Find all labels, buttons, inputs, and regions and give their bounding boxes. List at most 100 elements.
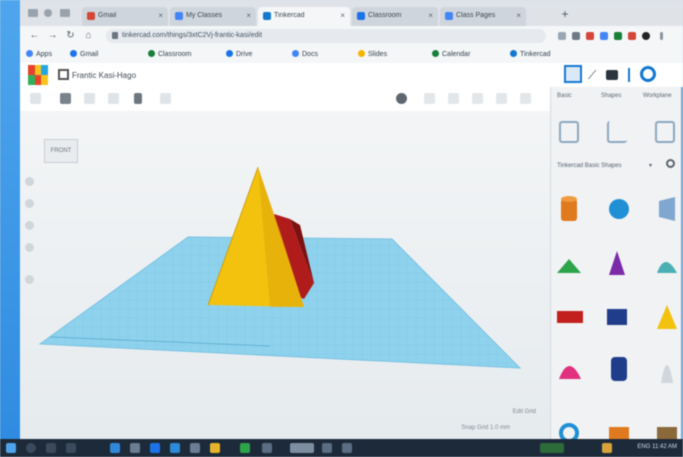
bookmark-item[interactable]: Apps: [26, 50, 52, 58]
wedge-shape-icon[interactable]: [609, 427, 629, 439]
mirror-icon[interactable]: [496, 93, 507, 104]
tinkercad-logo-icon[interactable]: [28, 65, 48, 85]
profile-avatar-icon[interactable]: [642, 32, 650, 40]
task-view-icon[interactable]: [46, 443, 56, 453]
forward-button[interactable]: →: [46, 29, 59, 42]
ungroup-icon[interactable]: [448, 93, 459, 104]
menu-kebab-icon[interactable]: [660, 32, 663, 40]
panel-tab-shapes[interactable]: Shapes: [601, 93, 621, 99]
close-icon[interactable]: ×: [428, 11, 433, 20]
back-button[interactable]: ←: [28, 29, 41, 42]
grid-view-icon[interactable]: [58, 69, 69, 80]
search-icon[interactable]: [666, 159, 675, 168]
app-icon[interactable]: [342, 443, 352, 453]
close-icon[interactable]: ×: [246, 11, 251, 20]
extension-icon[interactable]: [600, 32, 608, 40]
undo-icon[interactable]: [84, 93, 95, 104]
bookmark-item[interactable]: Docs: [292, 50, 318, 58]
panel-tab-workplane[interactable]: Workplane: [643, 93, 672, 99]
close-icon[interactable]: ×: [516, 11, 521, 20]
3d-view-icon[interactable]: [564, 65, 582, 83]
bookmark-item[interactable]: Calendar: [432, 50, 470, 58]
notification-icon[interactable]: [602, 443, 612, 453]
address-bar[interactable]: tinkercad.com/things/3xtC2Vj-frantic-kas…: [106, 29, 546, 43]
design-title[interactable]: Frantic Kasi-Hago: [72, 71, 136, 80]
paraboloid-shape-icon[interactable]: [661, 365, 673, 383]
cone-shape-icon[interactable]: [609, 251, 625, 275]
bookmark-item[interactable]: Slides: [358, 50, 387, 58]
half-sphere-shape-icon[interactable]: [559, 366, 581, 379]
workplane-icon[interactable]: [607, 121, 627, 143]
gmail-tab-icon: [87, 12, 95, 20]
round-roof-shape-icon[interactable]: [657, 262, 677, 273]
scribble-shape-icon[interactable]: [659, 197, 675, 221]
box-shape-icon[interactable]: [607, 309, 627, 325]
bricks-icon[interactable]: [606, 70, 618, 80]
app-icon[interactable]: [240, 443, 250, 453]
close-icon[interactable]: ×: [158, 11, 163, 20]
ruler-icon[interactable]: [655, 121, 675, 143]
close-icon[interactable]: ×: [340, 11, 345, 20]
profile-icon[interactable]: [44, 9, 52, 17]
system-tray-icon[interactable]: [540, 443, 564, 453]
tray-clock[interactable]: ENG 11:42 AM: [637, 444, 677, 450]
edge-icon[interactable]: [110, 443, 120, 453]
align-icon[interactable]: [472, 93, 483, 104]
extension-icon[interactable]: [572, 32, 580, 40]
sphere-shape-icon[interactable]: [609, 199, 629, 219]
delete-icon[interactable]: [60, 93, 71, 104]
tab-class-pages[interactable]: Class Pages ×: [440, 7, 526, 26]
tab-gmail[interactable]: Gmail ×: [82, 7, 168, 26]
text-shape-icon[interactable]: [557, 311, 583, 323]
active-window-icon[interactable]: [290, 443, 314, 453]
extension-icon[interactable]: [614, 32, 622, 40]
start-icon[interactable]: [6, 443, 16, 453]
store-icon[interactable]: [150, 443, 160, 453]
tab-classroom[interactable]: Classroom ×: [352, 7, 438, 26]
widgets-icon[interactable]: [66, 443, 76, 453]
app-icon[interactable]: [190, 443, 200, 453]
extension-icon[interactable]: [628, 32, 636, 40]
star-shape-icon[interactable]: [657, 427, 677, 439]
extension-icon[interactable]: [586, 32, 594, 40]
import-icon[interactable]: [559, 121, 579, 143]
panel-tab-basic[interactable]: Basic: [557, 93, 572, 99]
bookmark-item[interactable]: Gmail: [70, 50, 98, 58]
tab-my-classes[interactable]: My Classes ×: [170, 7, 256, 26]
shapes-category-dropdown[interactable]: Tinkercad Basic Shapes ▾: [557, 159, 652, 173]
paste-icon[interactable]: [134, 93, 142, 104]
file-explorer-icon[interactable]: [130, 443, 140, 453]
snap-grid-label[interactable]: Snap Grid 1.0 mm: [461, 425, 510, 431]
bookmark-item[interactable]: Tinkercad: [510, 50, 550, 58]
redo-icon[interactable]: [108, 93, 119, 104]
cruise-icon[interactable]: [520, 93, 531, 104]
workplane-viewport[interactable]: FRONT Edit Grid Snap Grid 1.0 mm: [20, 111, 550, 439]
blocks-icon[interactable]: ⟋: [588, 68, 600, 82]
mail-icon[interactable]: [170, 443, 180, 453]
tube-shape-icon[interactable]: [611, 357, 627, 381]
bookmark-item[interactable]: Drive: [226, 50, 252, 58]
cylinder-shape-icon[interactable]: [561, 196, 577, 221]
bookmark-star-icon[interactable]: [558, 32, 566, 40]
pyramid-shape-icon[interactable]: [657, 305, 677, 329]
workplane-scene[interactable]: [20, 111, 550, 439]
chrome-icon[interactable]: [210, 443, 220, 453]
visibility-icon[interactable]: [396, 93, 407, 104]
roof-shape-icon[interactable]: [557, 259, 581, 273]
new-tab-button[interactable]: +: [558, 7, 572, 21]
tab-search-icon[interactable]: [60, 9, 70, 17]
app-icon[interactable]: [262, 443, 272, 453]
app-icon[interactable]: [322, 443, 332, 453]
torus-shape-icon[interactable]: [559, 423, 579, 439]
copy-icon[interactable]: [30, 93, 41, 104]
duplicate-icon[interactable]: [160, 93, 171, 104]
bookmark-item[interactable]: Classroom: [148, 50, 191, 58]
tab-tinkercad[interactable]: Tinkercad ×: [258, 7, 350, 26]
home-icon[interactable]: ⌂: [82, 29, 95, 42]
window-menu-icon[interactable]: [28, 9, 38, 17]
edit-grid-label[interactable]: Edit Grid: [513, 409, 536, 415]
user-avatar-icon[interactable]: [640, 66, 656, 82]
group-icon[interactable]: [424, 93, 435, 104]
reload-button[interactable]: ↻: [64, 29, 77, 42]
search-icon[interactable]: [26, 443, 36, 453]
